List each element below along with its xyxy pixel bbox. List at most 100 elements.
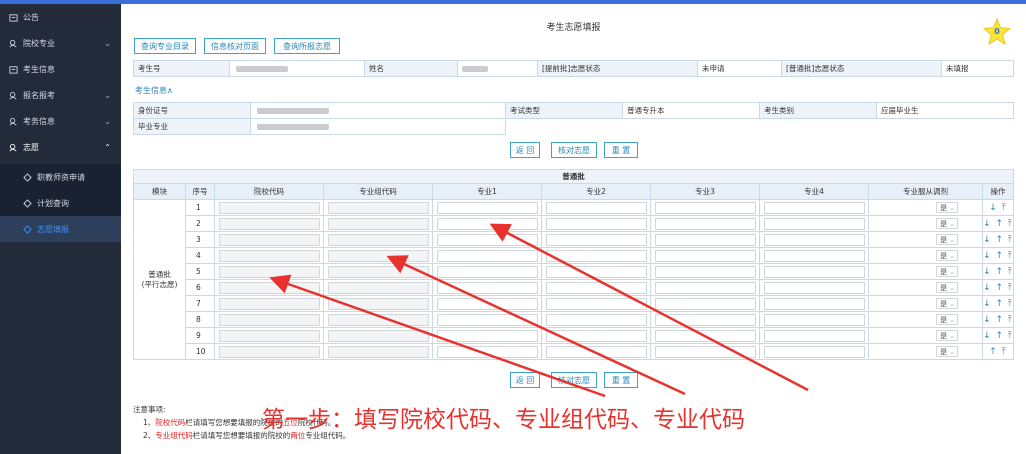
major4-input[interactable] — [763, 265, 865, 278]
ops-cell[interactable]: ↓ ↑ ⤒ — [982, 231, 1014, 248]
major2-input[interactable] — [545, 329, 647, 342]
adjust-select[interactable]: 是 ⌄ — [936, 346, 958, 357]
major2-input[interactable] — [545, 265, 647, 278]
major4-input[interactable] — [763, 217, 865, 230]
major3-input[interactable] — [654, 281, 756, 294]
sidebar-item-student-info[interactable]: 考生信息 — [0, 56, 121, 82]
ops-cell[interactable]: ↓ ↑ ⤒ — [982, 279, 1014, 296]
adjust-select[interactable]: 是 ⌄ — [936, 218, 958, 229]
sidebar-item-signup[interactable]: 报名报考 ⌄ — [0, 82, 121, 108]
major3-input[interactable] — [654, 345, 756, 358]
major1-input[interactable] — [436, 201, 538, 214]
reset-button[interactable]: 重 置 — [604, 142, 638, 158]
group-code-input[interactable] — [327, 281, 429, 294]
major1-input[interactable] — [436, 217, 538, 230]
major1-input[interactable] — [436, 249, 538, 262]
major3-input[interactable] — [654, 297, 756, 310]
adjust-select[interactable]: 是 ⌄ — [936, 202, 958, 213]
major1-input[interactable] — [436, 297, 538, 310]
group-code-input[interactable] — [327, 297, 429, 310]
school-code-input[interactable] — [218, 345, 320, 358]
group-code-input[interactable] — [327, 233, 429, 246]
group-code-input[interactable] — [327, 249, 429, 262]
sidebar-item-wish-fill[interactable]: 志愿填报 — [0, 216, 121, 242]
info-check-page-button[interactable]: 信息核对页面 — [204, 38, 266, 54]
query-applied-wish-button[interactable]: 查询所报志愿 — [274, 38, 340, 54]
reset-button-bottom[interactable]: 重 置 — [604, 372, 638, 388]
school-code-input[interactable] — [218, 329, 320, 342]
major4-input[interactable] — [763, 249, 865, 262]
back-button-bottom[interactable]: 返 回 — [510, 372, 540, 388]
sidebar-item-notice[interactable]: 公告 — [0, 4, 121, 30]
major4-input[interactable] — [763, 329, 865, 342]
major4-input[interactable] — [763, 345, 865, 358]
school-code-input[interactable] — [218, 217, 320, 230]
school-code-input[interactable] — [218, 265, 320, 278]
group-code-input[interactable] — [327, 345, 429, 358]
ops-cell[interactable]: ↓ ⤒ — [982, 199, 1014, 216]
school-code-input[interactable] — [218, 249, 320, 262]
query-major-catalog-button[interactable]: 查询专业目录 — [134, 38, 196, 54]
sidebar-item-wish[interactable]: 志愿 ⌃ — [0, 134, 121, 160]
group-code-input[interactable] — [327, 265, 429, 278]
adjust-select[interactable]: 是 ⌄ — [936, 298, 958, 309]
major2-input[interactable] — [545, 297, 647, 310]
school-code-input[interactable] — [218, 313, 320, 326]
check-wish-button[interactable]: 核对志愿 — [551, 142, 597, 158]
adjust-select[interactable]: 是 ⌄ — [936, 266, 958, 277]
adjust-select[interactable]: 是 ⌄ — [936, 330, 958, 341]
ops-cell[interactable]: ↓ ↑ ⤒ — [982, 295, 1014, 312]
major4-input[interactable] — [763, 201, 865, 214]
major3-input[interactable] — [654, 329, 756, 342]
major2-input[interactable] — [545, 233, 647, 246]
major2-input[interactable] — [545, 249, 647, 262]
group-code-input[interactable] — [327, 329, 429, 342]
major2-input[interactable] — [545, 281, 647, 294]
major4-input[interactable] — [763, 233, 865, 246]
check-wish-button-bottom[interactable]: 核对志愿 — [551, 372, 597, 388]
sidebar-item-plan-query[interactable]: 计划查询 — [0, 190, 121, 216]
major3-input[interactable] — [654, 201, 756, 214]
back-button[interactable]: 返 回 — [510, 142, 540, 158]
adjust-select[interactable]: 是 ⌄ — [936, 250, 958, 261]
major1-input-cell — [432, 263, 542, 280]
group-code-input[interactable] — [327, 313, 429, 326]
ops-cell[interactable]: ↓ ↑ ⤒ — [982, 215, 1014, 232]
group-code-input[interactable] — [327, 217, 429, 230]
major2-input[interactable] — [545, 313, 647, 326]
major3-input[interactable] — [654, 217, 756, 230]
school-code-input[interactable] — [218, 233, 320, 246]
major2-input[interactable] — [545, 217, 647, 230]
major2-input[interactable] — [545, 201, 647, 214]
school-code-input[interactable] — [218, 201, 320, 214]
major1-input[interactable] — [436, 281, 538, 294]
major3-input[interactable] — [654, 265, 756, 278]
sidebar-item-teacher-apply[interactable]: 职教师资申请 — [0, 164, 121, 190]
major4-input[interactable] — [763, 297, 865, 310]
major1-input[interactable] — [436, 265, 538, 278]
major3-input[interactable] — [654, 249, 756, 262]
major3-input[interactable] — [654, 233, 756, 246]
adjust-select[interactable]: 是 ⌄ — [936, 314, 958, 325]
sidebar-item-exam-affairs[interactable]: 考务信息 ⌄ — [0, 108, 121, 134]
major4-input[interactable] — [763, 281, 865, 294]
ops-cell[interactable]: ↓ ↑ ⤒ — [982, 247, 1014, 264]
group-code-input[interactable] — [327, 201, 429, 214]
ops-cell[interactable]: ↑ ⤒ — [982, 343, 1014, 360]
major1-input[interactable] — [436, 233, 538, 246]
adjust-select[interactable]: 是 ⌄ — [936, 234, 958, 245]
ops-cell[interactable]: ↓ ↑ ⤒ — [982, 327, 1014, 344]
major1-input[interactable] — [436, 313, 538, 326]
student-info-toggle[interactable]: 考生信息∧ — [135, 85, 173, 96]
sidebar-item-school-major[interactable]: 院校专业 ⌄ — [0, 30, 121, 56]
school-code-input[interactable] — [218, 281, 320, 294]
major2-input[interactable] — [545, 345, 647, 358]
ops-cell[interactable]: ↓ ↑ ⤒ — [982, 263, 1014, 280]
ops-cell[interactable]: ↓ ↑ ⤒ — [982, 311, 1014, 328]
school-code-input[interactable] — [218, 297, 320, 310]
major1-input[interactable] — [436, 329, 538, 342]
major1-input[interactable] — [436, 345, 538, 358]
adjust-select[interactable]: 是 ⌄ — [936, 282, 958, 293]
major4-input[interactable] — [763, 313, 865, 326]
major3-input[interactable] — [654, 313, 756, 326]
